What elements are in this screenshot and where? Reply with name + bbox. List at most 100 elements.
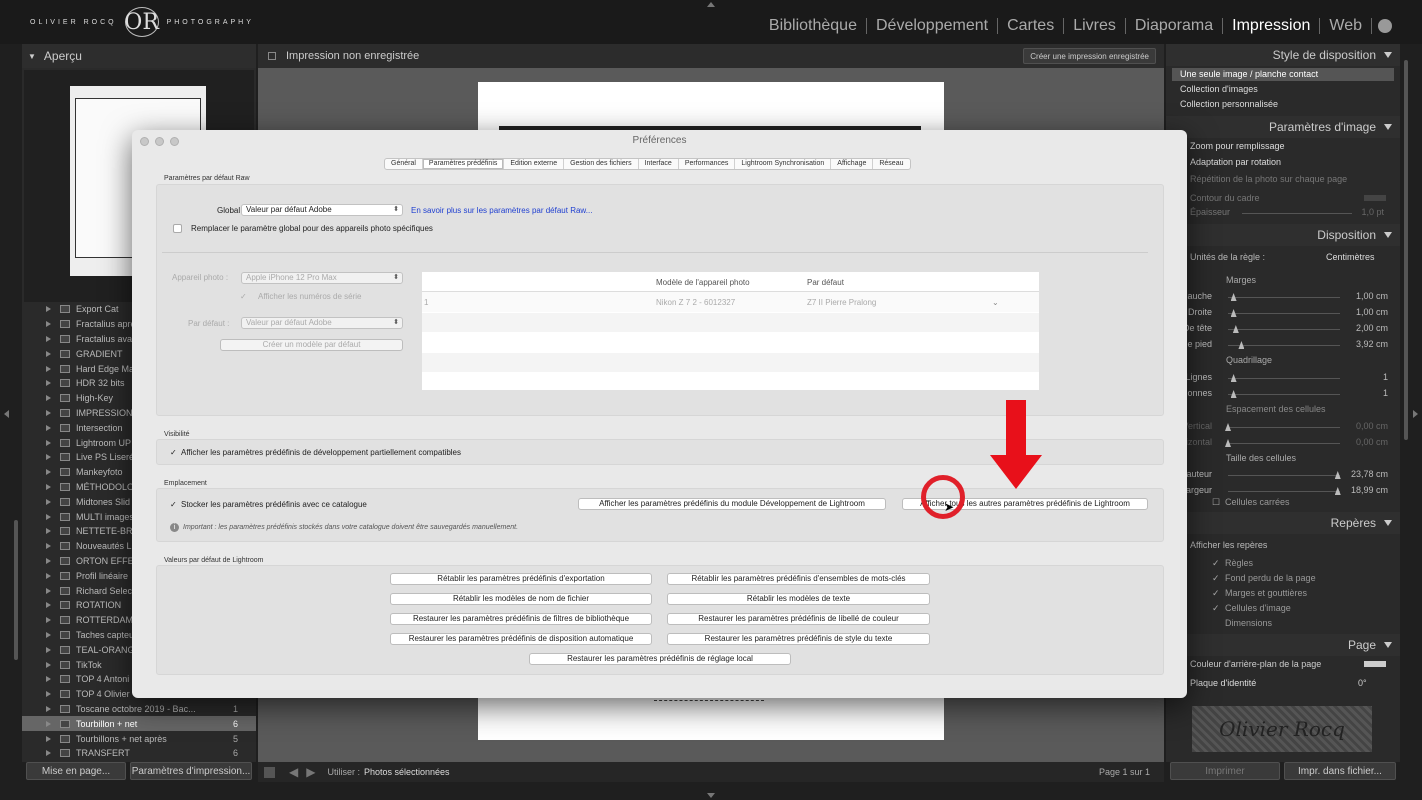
folder-item[interactable]: Tourbillons + net après 5 bbox=[22, 731, 256, 746]
disclosure-triangle-icon[interactable] bbox=[46, 572, 51, 579]
disclosure-triangle-icon[interactable] bbox=[46, 617, 51, 624]
cells-slider[interactable] bbox=[1228, 475, 1340, 476]
tab-2[interactable]: Edition externe bbox=[504, 159, 565, 169]
restore-text-style-presets-button[interactable]: Restaurer les paramètres prédéfinis de s… bbox=[667, 633, 930, 645]
show-develop-presets-button[interactable]: Afficher les paramètres prédéfinis du mo… bbox=[578, 498, 886, 510]
reset-filename-templates-button[interactable]: Rétablir les modèles de nom de fichier bbox=[390, 593, 652, 605]
zoom-window-icon[interactable] bbox=[170, 137, 179, 146]
identity-plate-option[interactable]: Plaque d'identité bbox=[1190, 678, 1256, 688]
layout-header[interactable]: Disposition bbox=[1166, 224, 1400, 246]
prev-arrow-icon[interactable]: ◀ bbox=[289, 765, 298, 779]
reset-keyword-presets-button[interactable]: Rétablir les paramètres prédéfinis d'ens… bbox=[667, 573, 930, 585]
square-cells-checkbox[interactable]: ☐ Cellules carrées bbox=[1212, 497, 1290, 508]
tab-4[interactable]: Interface bbox=[639, 159, 679, 169]
disclosure-triangle-icon[interactable] bbox=[46, 602, 51, 609]
tab-3[interactable]: Gestion des fichiers bbox=[564, 159, 639, 169]
disclosure-triangle-icon[interactable] bbox=[46, 587, 51, 594]
disclosure-triangle-icon[interactable] bbox=[46, 720, 51, 727]
identity-plate-preview[interactable]: Olivier Rocq bbox=[1192, 706, 1372, 752]
page-bg-swatch[interactable] bbox=[1364, 661, 1386, 667]
disclosure-triangle-icon[interactable] bbox=[46, 750, 51, 757]
minimize-window-icon[interactable] bbox=[155, 137, 164, 146]
page-header[interactable]: Page bbox=[1166, 634, 1400, 656]
preview-header[interactable]: ▼ Aperçu bbox=[22, 44, 256, 68]
print-to-file-button[interactable]: Impr. dans fichier... bbox=[1284, 762, 1396, 780]
disclosure-triangle-icon[interactable] bbox=[46, 469, 51, 476]
module-print[interactable]: Impression bbox=[1223, 18, 1321, 34]
guide-checkbox[interactable]: Dimensions bbox=[1212, 618, 1272, 628]
disclosure-triangle-icon[interactable] bbox=[46, 454, 51, 461]
restore-color-label-presets-button[interactable]: Restaurer les paramètres prédéfinis de l… bbox=[667, 613, 930, 625]
cells-slider[interactable] bbox=[1228, 491, 1340, 492]
print-settings-button[interactable]: Paramètres d'impression... bbox=[130, 762, 252, 780]
close-window-icon[interactable] bbox=[140, 137, 149, 146]
module-web[interactable]: Web bbox=[1320, 18, 1372, 34]
module-book[interactable]: Livres bbox=[1064, 18, 1126, 34]
collapse-left-icon[interactable] bbox=[4, 410, 9, 418]
collapse-right-icon[interactable] bbox=[1413, 410, 1418, 418]
camera-select[interactable]: Apple iPhone 12 Pro Max ⬍ bbox=[241, 272, 403, 284]
guide-checkbox[interactable]: ✓ Cellules d'image bbox=[1212, 603, 1291, 614]
identity-plate-angle[interactable]: 0° bbox=[1358, 678, 1367, 688]
disclosure-triangle-icon[interactable] bbox=[46, 424, 51, 431]
module-slideshow[interactable]: Diaporama bbox=[1126, 18, 1224, 34]
restore-auto-layout-presets-button[interactable]: Restaurer les paramètres prédéfinis de d… bbox=[390, 633, 652, 645]
layout-custom-package[interactable]: Collection personnalisée bbox=[1180, 99, 1278, 109]
restore-local-adjustment-presets-button[interactable]: Restaurer les paramètres prédéfinis de r… bbox=[529, 653, 791, 665]
serial-checkbox[interactable]: ✓ bbox=[240, 292, 247, 301]
disclosure-triangle-icon[interactable] bbox=[46, 306, 51, 313]
row-default[interactable]: Z7 II Pierre Pralong bbox=[807, 298, 876, 307]
store-with-catalog-checkbox[interactable]: ✓ bbox=[170, 500, 177, 509]
disclosure-triangle-icon[interactable] bbox=[46, 335, 51, 342]
disclosure-triangle-icon[interactable] bbox=[46, 395, 51, 402]
global-select[interactable]: Valeur par défaut Adobe ⬍ bbox=[241, 204, 403, 216]
guide-checkbox[interactable]: ✓ Règles bbox=[1212, 558, 1253, 569]
restore-library-filter-presets-button[interactable]: Restaurer les paramètres prédéfinis de f… bbox=[390, 613, 652, 625]
tab-8[interactable]: Réseau bbox=[873, 159, 909, 169]
raw-learn-more-link[interactable]: En savoir plus sur les paramètres par dé… bbox=[411, 206, 592, 215]
margins-slider[interactable] bbox=[1228, 297, 1340, 298]
disclosure-triangle-icon[interactable] bbox=[46, 380, 51, 387]
disclosure-triangle-icon[interactable] bbox=[46, 543, 51, 550]
rotate-to-fit-option[interactable]: Adaptation par rotation bbox=[1190, 157, 1281, 167]
disclosure-triangle-icon[interactable] bbox=[46, 661, 51, 668]
zoom-to-fill-option[interactable]: Zoom pour remplissage bbox=[1190, 141, 1285, 151]
disclosure-triangle-icon[interactable] bbox=[46, 483, 51, 490]
disclosure-triangle-icon[interactable] bbox=[46, 365, 51, 372]
disclosure-triangle-icon[interactable] bbox=[46, 350, 51, 357]
spacing-slider[interactable] bbox=[1228, 427, 1340, 428]
ruler-units-dropdown[interactable]: Centimètres bbox=[1326, 252, 1375, 262]
stop-icon[interactable] bbox=[264, 766, 275, 778]
guides-header[interactable]: Repères bbox=[1166, 512, 1400, 534]
margins-slider[interactable] bbox=[1228, 329, 1340, 330]
grid-slider[interactable] bbox=[1228, 394, 1340, 395]
table-row[interactable]: 1 Nikon Z 7 2 - 6012327 Z7 II Pierre Pra… bbox=[422, 292, 1039, 312]
collapse-bottom-icon[interactable] bbox=[707, 793, 715, 798]
right-scrollbar[interactable] bbox=[1404, 60, 1408, 440]
disclosure-triangle-icon[interactable] bbox=[46, 498, 51, 505]
repeat-photo-option[interactable]: Répétition de la photo sur chaque page bbox=[1190, 174, 1347, 184]
stroke-border-option[interactable]: Contour du cadre bbox=[1190, 193, 1260, 203]
tab-6[interactable]: Lightroom Synchronisation bbox=[735, 159, 832, 169]
disclosure-triangle-icon[interactable] bbox=[46, 691, 51, 698]
disclosure-triangle-icon[interactable] bbox=[46, 557, 51, 564]
reset-text-templates-button[interactable]: Rétablir les modèles de texte bbox=[667, 593, 930, 605]
tab-5[interactable]: Performances bbox=[679, 159, 736, 169]
next-arrow-icon[interactable]: ▶ bbox=[306, 765, 315, 779]
left-scrollbar[interactable] bbox=[14, 520, 18, 660]
create-saved-print-button[interactable]: Créer une impression enregistrée bbox=[1023, 48, 1156, 64]
disclosure-triangle-icon[interactable] bbox=[46, 513, 51, 520]
module-develop[interactable]: Développement bbox=[867, 18, 999, 34]
disclosure-triangle-icon[interactable] bbox=[46, 646, 51, 653]
disclosure-triangle-icon[interactable] bbox=[46, 676, 51, 683]
module-library[interactable]: Bibliothèque bbox=[760, 18, 867, 34]
disclosure-triangle-icon[interactable] bbox=[46, 705, 51, 712]
spacing-slider[interactable] bbox=[1228, 443, 1340, 444]
tab-1[interactable]: Paramètres prédéfinis bbox=[422, 159, 505, 169]
create-default-button[interactable]: Créer un modèle par défaut bbox=[220, 339, 403, 351]
show-guides-checkbox[interactable]: Afficher les repères bbox=[1190, 540, 1267, 550]
cloud-icon[interactable] bbox=[1378, 19, 1392, 33]
layout-picture-package[interactable]: Collection d'images bbox=[1180, 84, 1258, 94]
disclosure-triangle-icon[interactable] bbox=[46, 631, 51, 638]
print-button[interactable]: Imprimer bbox=[1170, 762, 1280, 780]
